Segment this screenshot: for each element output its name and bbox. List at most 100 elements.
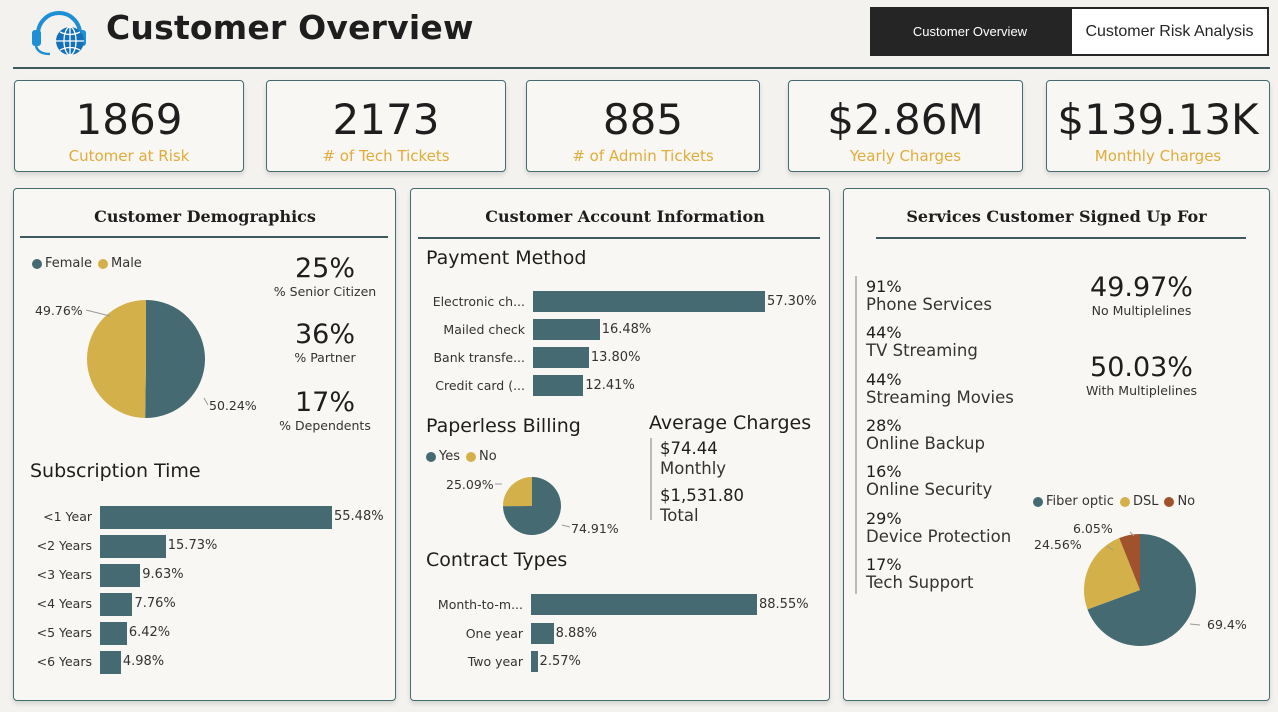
pie-label-no-internet: 6.05% [1073, 521, 1113, 536]
service-percent: 44% [866, 323, 902, 343]
service-percent: 44% [866, 369, 902, 389]
bar-category-label: Credit card (... [435, 378, 525, 393]
bar[interactable] [100, 564, 141, 587]
bar-value-label: 2.57% [539, 654, 581, 669]
pie-label-female: 50.24% [209, 398, 257, 413]
avg-total-value: $1,531.80 [660, 486, 744, 505]
stat-label: With Multiplelines [1085, 383, 1198, 398]
service-name: Tech Support [866, 572, 974, 592]
legend-yes-swatch [426, 451, 436, 462]
bar[interactable] [533, 347, 589, 368]
average-charges-divider [650, 438, 652, 520]
internet-service-pie-chart [1084, 531, 1201, 646]
stat-label: % Partner [294, 350, 356, 365]
service-percent: 16% [866, 462, 902, 482]
service-name: Device Protection [866, 526, 1012, 546]
bar-value-label: 57.30% [767, 294, 817, 309]
kpi-label: Yearly Charges [849, 147, 962, 165]
bar-category-label: <5 Years [36, 625, 92, 640]
legend-fiber-swatch [1033, 496, 1043, 507]
account-info-title: Customer Account Information [485, 207, 765, 226]
bar[interactable] [100, 535, 166, 558]
bar-category-label: <6 Years [36, 654, 92, 669]
service-name: TV Streaming [866, 341, 978, 361]
kpi-label: # of Admin Tickets [572, 147, 714, 165]
bar-value-label: 4.98% [122, 654, 165, 669]
stat-value: 50.03% [1090, 352, 1193, 383]
kpi-label: Monthly Charges [1094, 147, 1222, 165]
bar-value-label: 6.42% [128, 625, 171, 640]
avg-total-label: Total [660, 506, 699, 525]
bar-value-label: 12.41% [585, 378, 635, 393]
dependents-stat: 17% % Dependents [266, 387, 384, 433]
bar-value-label: 15.73% [167, 538, 218, 553]
service-name: Online Security [866, 480, 993, 500]
nav-customer-risk-analysis-button[interactable]: Customer Risk Analysis [1070, 7, 1269, 56]
stat-value: 49.97% [1090, 272, 1193, 303]
demographics-title: Customer Demographics [94, 207, 316, 226]
service-name: Online Backup [866, 433, 985, 453]
stat-label: % Senior Citizen [273, 284, 377, 299]
legend-dsl-label: DSL [1132, 494, 1159, 509]
nav-customer-overview-button[interactable]: Customer Overview [870, 7, 1070, 56]
bar[interactable] [100, 622, 127, 645]
contract-types-title: Contract Types [426, 549, 568, 571]
service-percent: 91% [866, 277, 902, 296]
kpi-label: # of Tech Tickets [322, 147, 450, 165]
bar-category-label: Electronic ch... [432, 294, 525, 309]
header-divider [13, 67, 1270, 69]
bar-value-label: 7.76% [134, 596, 176, 611]
bar[interactable] [100, 506, 332, 529]
pie-slice-no[interactable] [503, 477, 532, 507]
bar[interactable] [100, 593, 133, 616]
stat-value: 17% [294, 387, 355, 418]
bar-category-label: One year [465, 625, 523, 641]
kpi-value: $139.13K [1057, 95, 1259, 144]
services-title-underline [876, 237, 1246, 239]
service-percent: 28% [866, 415, 902, 435]
pie-label-fiber: 69.4% [1207, 617, 1247, 632]
bar[interactable] [533, 375, 584, 396]
contract-types-bar-chart: Month-to-m... 88.55% One year 8.88% Two year… [418, 594, 823, 679]
bar-value-label: 13.80% [590, 350, 641, 365]
bar-value-label: 88.55% [759, 597, 809, 612]
average-charges-title: Average Charges [649, 412, 812, 434]
services-list-divider [855, 276, 857, 594]
pie-slice-male[interactable] [87, 300, 146, 418]
bar[interactable] [100, 651, 121, 674]
bar-value-label: 16.48% [601, 322, 652, 337]
bar-value-label: 8.88% [555, 625, 597, 641]
bar-value-label: 55.48% [334, 509, 384, 524]
kpi-card-yearly-charges: $2.86M Yearly Charges [788, 80, 1023, 172]
demographics-title-underline [20, 236, 388, 238]
bar[interactable] [533, 319, 600, 340]
bar-category-label: Mailed check [443, 322, 525, 337]
with-multiplelines-stat: 50.03% With Multiplelines [1075, 352, 1208, 398]
kpi-card-customers-at-risk: 1869 Cutomer at Risk [14, 80, 244, 172]
partner-stat: 36% % Partner [266, 319, 384, 365]
bar[interactable] [531, 622, 554, 644]
bar-category-label: Bank transfe... [433, 350, 525, 365]
legend-yes-label: Yes [439, 449, 460, 464]
service-percent: 29% [866, 508, 902, 528]
kpi-value: 1869 [75, 95, 183, 144]
kpi-value: $2.86M [827, 95, 984, 144]
legend-female-label: Female [45, 256, 93, 271]
legend-no-label: No [479, 449, 497, 464]
stat-label: % Dependents [279, 418, 371, 433]
payment-method-bar-chart: Electronic ch... 57.30% Mailed check 16.48%… [418, 291, 823, 403]
legend-fiber-label: Fiber optic [1046, 494, 1114, 509]
paperless-billing-title: Paperless Billing [426, 415, 581, 437]
subscription-time-bar-chart: <1 Year 55.48% <2 Years 15.73% <3 Years 9.63%… [20, 506, 390, 676]
pie-slice-female[interactable] [145, 300, 206, 418]
kpi-card-tech-tickets: 2173 # of Tech Tickets [266, 80, 506, 172]
bar[interactable] [531, 651, 538, 672]
pie-label-yes: 74.91% [571, 521, 619, 536]
services-title: Services Customer Signed Up For [906, 207, 1207, 226]
pie-label-no: 25.09% [446, 477, 494, 492]
bar[interactable] [533, 291, 765, 312]
payment-method-title: Payment Method [426, 247, 587, 269]
kpi-label: Cutomer at Risk [68, 147, 190, 165]
stat-label: No Multiplelines [1091, 303, 1192, 318]
bar[interactable] [531, 594, 757, 615]
